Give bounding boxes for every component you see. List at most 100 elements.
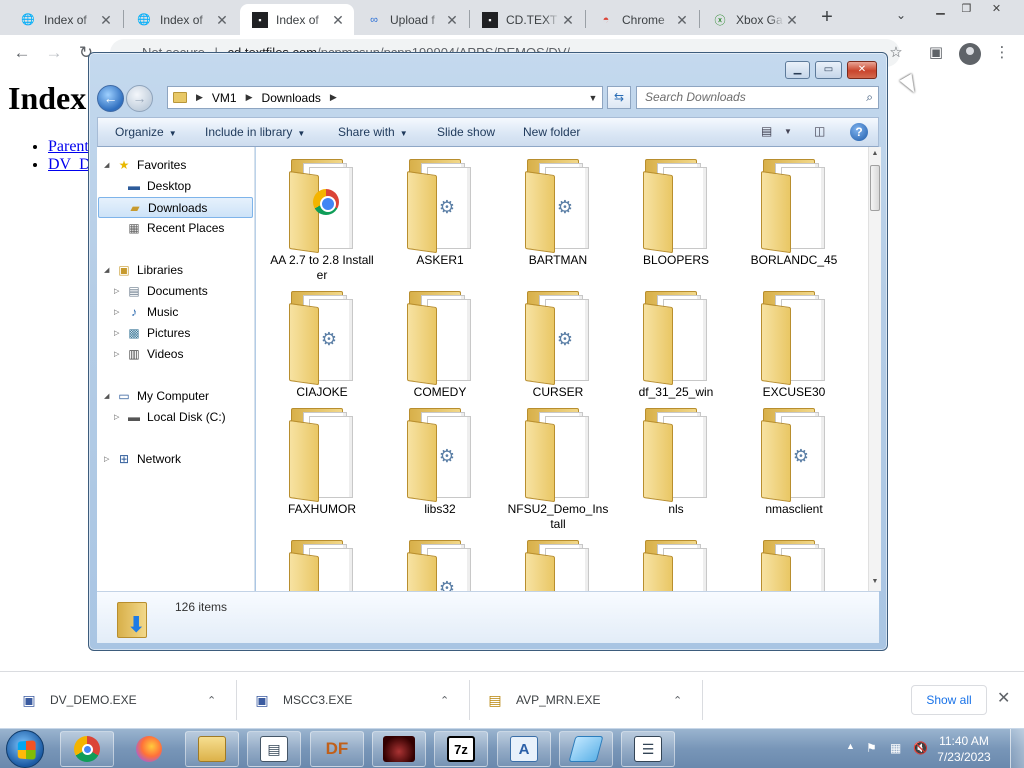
nav-libraries[interactable]: ◢ ▣ Libraries <box>104 263 183 277</box>
expand-triangle-icon[interactable]: ◢ <box>104 266 109 274</box>
download-item[interactable]: ▤ AVP_MRN.EXE ⌃ <box>486 672 696 728</box>
chevron-up-icon[interactable]: ⌃ <box>440 694 449 707</box>
folder-item[interactable]: ⚙ ASKER1 <box>388 155 492 268</box>
folder-item[interactable]: ⚙ BARTMAN <box>506 155 610 268</box>
network-tray-icon[interactable]: ▦ <box>890 741 901 755</box>
collapse-triangle-icon[interactable]: ▷ <box>114 413 119 421</box>
folder-item[interactable]: ⚙ nmasclient <box>742 404 846 517</box>
folder-item[interactable]: nls <box>624 404 728 517</box>
system-clock[interactable]: 11:40 AM 7/23/2023 <box>930 733 998 765</box>
folder-item[interactable]: ⚙ <box>388 536 492 591</box>
nav-favorites[interactable]: ◢ ★ Favorites <box>104 158 186 172</box>
nav-videos[interactable]: ▷ ▥ Videos <box>114 347 183 361</box>
folder-item[interactable]: FAXHUMOR <box>270 404 374 517</box>
restore-icon[interactable]: ❐ <box>954 0 979 18</box>
folder-item[interactable] <box>624 536 728 591</box>
close-window-icon[interactable]: ✕ <box>984 0 1009 18</box>
tab-cd-text[interactable]: ▪ CD.TEXT ✕ <box>470 4 584 35</box>
change-view-icon[interactable]: ▤ <box>761 124 772 138</box>
vertical-scrollbar[interactable]: ▲ ▼ <box>868 147 881 591</box>
chevron-up-icon[interactable]: ⌃ <box>207 694 216 707</box>
folder-item[interactable] <box>506 536 610 591</box>
breadcrumb-vm1[interactable]: VM1 <box>212 91 237 105</box>
taskbar-df[interactable]: DF <box>310 731 364 767</box>
help-icon[interactable]: ? <box>850 123 868 141</box>
folder-item[interactable]: BLOOPERS <box>624 155 728 268</box>
close-icon[interactable]: ✕ <box>214 12 230 28</box>
explorer-address-bar[interactable]: ▶ VM1 ▶ Downloads ▶ ▼ <box>167 86 603 109</box>
breadcrumb-chevron-icon[interactable]: ▶ <box>246 92 253 103</box>
forward-button[interactable]: → <box>126 85 153 112</box>
tab-xbox[interactable]: ⓧ Xbox Ga ✕ <box>700 4 808 35</box>
collapse-triangle-icon[interactable]: ▷ <box>104 455 109 463</box>
taskbar-eraser[interactable] <box>559 731 613 767</box>
expand-triangle-icon[interactable]: ◢ <box>104 161 109 169</box>
folder-item[interactable]: ⚙ CIAJOKE <box>270 287 374 400</box>
new-folder-button[interactable]: New folder <box>523 118 580 146</box>
start-button[interactable] <box>6 730 44 768</box>
tab-index-active[interactable]: ▪ Index of ✕ <box>240 4 354 35</box>
nav-local-disk[interactable]: ▷ ▬ Local Disk (C:) <box>114 410 226 424</box>
scroll-up-arrow-icon[interactable]: ▲ <box>869 147 881 161</box>
dv-demo-link[interactable]: DV_D <box>48 156 91 173</box>
breadcrumb-chevron-icon[interactable]: ▶ <box>196 92 203 103</box>
nav-recent-places[interactable]: ▦ Recent Places <box>126 221 224 235</box>
close-button[interactable]: ✕ <box>847 61 877 79</box>
scrollbar-thumb[interactable] <box>870 165 880 211</box>
action-center-icon[interactable]: ⚑ <box>866 741 877 755</box>
nav-network[interactable]: ▷ ⊞ Network <box>104 452 181 466</box>
folder-item[interactable]: df_31_25_win <box>624 287 728 400</box>
kebab-menu-icon[interactable]: ⋮ <box>992 43 1012 63</box>
folder-item[interactable] <box>270 536 374 591</box>
taskbar-dark-app[interactable] <box>372 731 426 767</box>
folder-item[interactable]: EXCUSE30 <box>742 287 846 400</box>
chevron-up-icon[interactable]: ⌃ <box>673 694 682 707</box>
minimize-button[interactable]: ▁ <box>785 61 810 79</box>
breadcrumb-downloads[interactable]: Downloads <box>262 91 321 105</box>
address-dropdown-icon[interactable]: ▼ <box>584 93 602 103</box>
taskbar-7zip[interactable]: 7z <box>434 731 488 767</box>
back-button[interactable]: ← <box>97 85 124 112</box>
close-icon[interactable]: ✕ <box>330 12 346 28</box>
taskbar-list-app[interactable]: ☰ <box>621 731 675 767</box>
breadcrumb-chevron-icon[interactable]: ▶ <box>330 92 337 103</box>
tab-search-chevron-icon[interactable]: ⌄ <box>896 8 906 22</box>
forward-arrow-icon[interactable]: → <box>42 41 66 65</box>
folder-item[interactable] <box>742 536 846 591</box>
refresh-button[interactable]: ⇆ <box>607 86 631 109</box>
nav-downloads[interactable]: ▰ Downloads <box>98 197 253 218</box>
download-item[interactable]: ▣ MSCC3.EXE ⌃ <box>253 672 463 728</box>
tab-chrome[interactable]: ◓ Chrome ✕ <box>586 4 698 35</box>
nav-my-computer[interactable]: ◢ ▭ My Computer <box>104 389 209 403</box>
nav-desktop[interactable]: ▬ Desktop <box>126 179 191 193</box>
close-icon[interactable]: ✕ <box>997 688 1010 708</box>
close-icon[interactable]: ✕ <box>98 12 114 28</box>
close-icon[interactable]: ✕ <box>560 12 576 28</box>
nav-documents[interactable]: ▷ ▤ Documents <box>114 284 208 298</box>
tab-index-2[interactable]: 🌐 Index of ✕ <box>124 4 238 35</box>
expand-triangle-icon[interactable]: ◢ <box>104 392 109 400</box>
taskbar-explorer[interactable] <box>185 731 239 767</box>
folder-item[interactable]: BORLANDC_45 <box>742 155 846 268</box>
folder-item[interactable]: ⚙ CURSER <box>506 287 610 400</box>
nav-pictures[interactable]: ▷ ▩ Pictures <box>114 326 190 340</box>
tab-index-1[interactable]: 🌐 Index of ✕ <box>8 4 122 35</box>
volume-muted-icon[interactable]: 🔇 <box>913 741 928 755</box>
taskbar-notepad[interactable]: ▤ <box>247 731 301 767</box>
minimize-icon[interactable]: ▁ <box>928 0 953 18</box>
folder-item[interactable]: AA 2.7 to 2.8 Installer <box>270 155 374 283</box>
view-options-chevron-icon[interactable]: ▼ <box>784 127 792 136</box>
collapse-triangle-icon[interactable]: ▷ <box>114 329 119 337</box>
taskbar-wordpad[interactable]: A <box>497 731 551 767</box>
nav-music[interactable]: ▷ ♪ Music <box>114 305 178 319</box>
close-icon[interactable]: ✕ <box>784 12 800 28</box>
collapse-triangle-icon[interactable]: ▷ <box>114 308 119 316</box>
bookmark-star-icon[interactable]: ☆ <box>886 43 906 63</box>
close-icon[interactable]: ✕ <box>674 12 690 28</box>
close-icon[interactable]: ✕ <box>444 12 460 28</box>
profile-avatar[interactable] <box>959 43 981 65</box>
parent-directory-link[interactable]: Parent <box>48 138 89 155</box>
collapse-triangle-icon[interactable]: ▷ <box>114 287 119 295</box>
folder-item[interactable]: NFSU2_Demo_Install <box>506 404 610 532</box>
organize-menu[interactable]: Organize ▼ <box>115 118 177 146</box>
